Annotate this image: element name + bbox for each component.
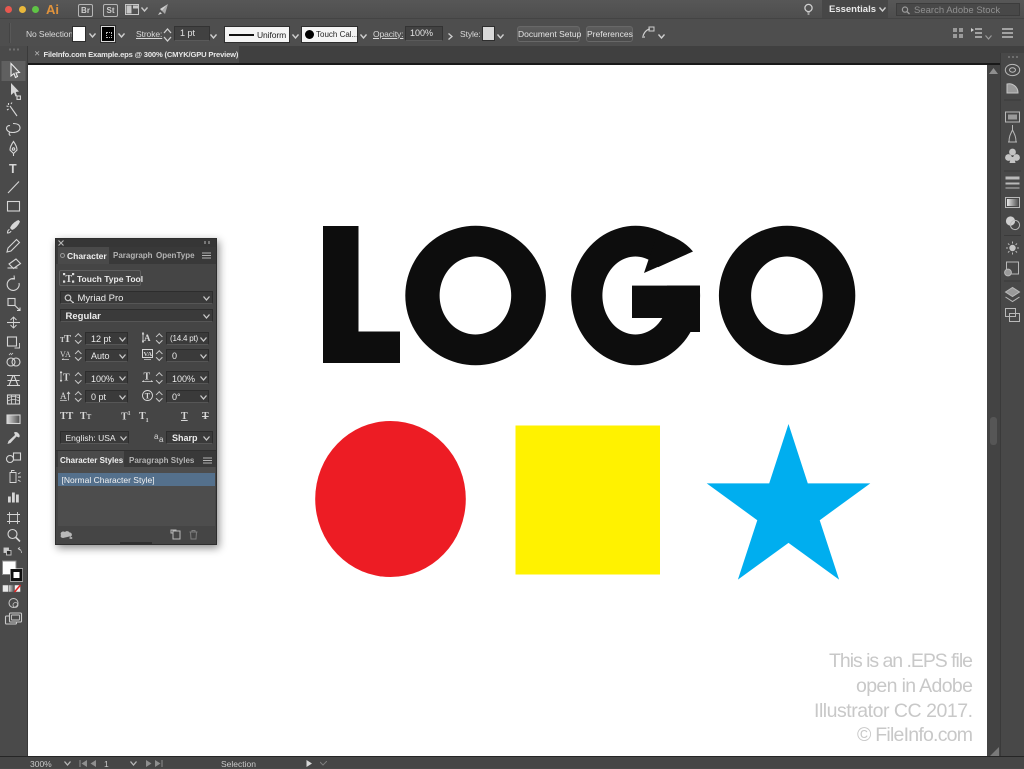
svg-text:VA: VA [144,351,153,358]
svg-text:A: A [144,333,151,343]
svg-text:T: T [145,391,151,400]
svg-text:Illustrator CC 2017.: Illustrator CC 2017. [814,700,973,722]
svg-text:open in Adobe: open in Adobe [856,675,973,697]
svg-text:A: A [60,391,67,401]
svg-text:© FileInfo.com: © FileInfo.com [857,724,973,746]
svg-text:T: T [63,373,70,383]
svg-text:A: A [65,350,71,359]
svg-text:T: T [66,274,73,283]
svg-text:T: T [64,334,71,343]
svg-text:This is an .EPS file: This is an .EPS file [829,650,973,672]
svg-text:a: a [159,435,164,443]
svg-text:T: T [144,372,151,383]
